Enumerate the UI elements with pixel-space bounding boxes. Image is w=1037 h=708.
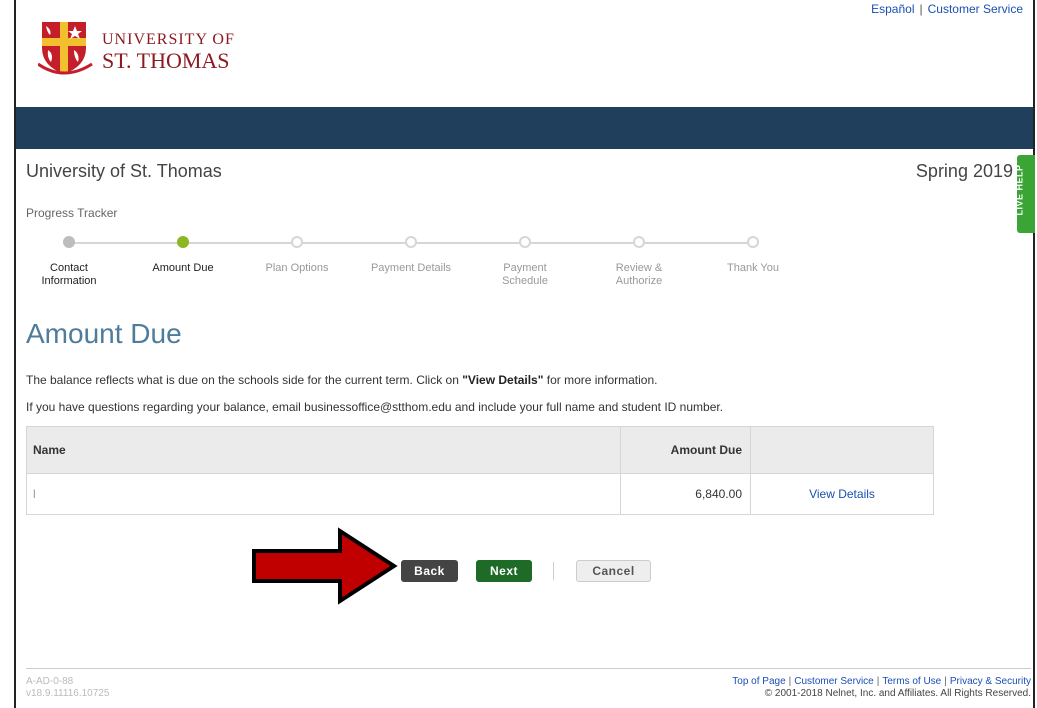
page-code: A-AD-0-88: [26, 676, 74, 687]
live-help-label: LIVE HELP: [1014, 164, 1025, 216]
svg-text:UNIVERSITY OF: UNIVERSITY OF: [102, 31, 235, 48]
version-number: v18.9.11116.10725: [26, 688, 110, 699]
step-label-thank-you: Thank You: [727, 262, 779, 274]
terms-of-use-link[interactable]: Terms of Use: [882, 676, 941, 687]
amount-cell: 6,840.00: [620, 473, 751, 515]
privacy-security-link[interactable]: Privacy & Security: [950, 676, 1031, 687]
step-label-amount-due: Amount Due: [152, 262, 214, 274]
term-label: Spring 2019: [915, 161, 1013, 181]
step-label-payment-schedule: Payment Schedule: [502, 262, 548, 287]
progress-tracker-title: Progress Tracker: [26, 206, 118, 220]
student-name-cell: l: [26, 473, 621, 515]
live-help-tab[interactable]: LIVE HELP: [1014, 155, 1035, 233]
customer-service-link[interactable]: Customer Service: [928, 2, 1023, 16]
step-dot-thank-you: [747, 236, 759, 248]
copyright-text: © 2001-2018 Nelnet, Inc. and Affiliates.…: [764, 688, 1031, 699]
step-dot-payment-schedule: [519, 236, 531, 248]
balance-info-prefix: The balance reflects what is due on the …: [26, 373, 463, 387]
university-logo[interactable]: UNIVERSITY OF ST. THOMAS: [37, 18, 258, 80]
balance-info-suffix: for more information.: [543, 373, 658, 387]
amount-column-header: Amount Due: [620, 426, 751, 474]
shield-emblem-icon: UNIVERSITY OF ST. THOMAS: [37, 22, 235, 75]
header-banner: [16, 107, 1033, 149]
step-label-contact-information: Contact Information: [41, 262, 97, 287]
button-separator: [553, 562, 554, 580]
page-frame: Español | Customer Service UNIVERSITY OF S…: [14, 0, 1035, 708]
view-details-link[interactable]: View Details: [809, 487, 875, 501]
step-dot-payment-details: [405, 236, 417, 248]
name-column-header: Name: [26, 426, 621, 474]
footer-customer-service-link[interactable]: Customer Service: [794, 676, 873, 687]
amount-due-table: Name Amount Due l 6,840.00 View Details: [26, 426, 934, 515]
balance-info-text: The balance reflects what is due on the …: [26, 373, 657, 387]
questions-info-text: If you have questions regarding your bal…: [26, 400, 724, 414]
balance-info-bold: "View Details": [462, 373, 544, 387]
espanol-link[interactable]: Español: [871, 2, 914, 16]
top-links: Español | Customer Service: [871, 2, 1023, 16]
step-label-review-authorize: Review & Authorize: [615, 262, 663, 287]
top-of-page-link[interactable]: Top of Page: [732, 676, 785, 687]
footer-divider: [26, 668, 1031, 669]
step-dot-plan-options: [291, 236, 303, 248]
next-button[interactable]: Next: [476, 560, 532, 582]
school-name: University of St. Thomas: [26, 161, 222, 181]
page-title: Amount Due: [26, 318, 182, 349]
back-button[interactable]: Back: [401, 560, 458, 582]
step-label-payment-details: Payment Details: [370, 262, 452, 274]
svg-text:ST. THOMAS: ST. THOMAS: [102, 48, 230, 73]
action-column-header: [750, 426, 934, 474]
step-dot-review-authorize: [633, 236, 645, 248]
step-dot-amount-due: [177, 236, 189, 248]
step-dot-contact-information: [63, 236, 75, 248]
footer-version-info: A-AD-0-88 v18.9.11116.10725: [26, 676, 109, 700]
view-details-cell: View Details: [750, 473, 934, 515]
red-arrow-annotation-icon: [252, 527, 398, 605]
footer-links: Top of Page | Customer Service | Terms of Us…: [732, 676, 1031, 699]
table-row: l 6,840.00 View Details: [26, 473, 934, 515]
table-header-row: Name Amount Due: [26, 426, 934, 474]
cancel-button[interactable]: Cancel: [576, 560, 651, 582]
link-separator: |: [919, 2, 923, 16]
step-label-plan-options: Plan Options: [265, 262, 329, 274]
